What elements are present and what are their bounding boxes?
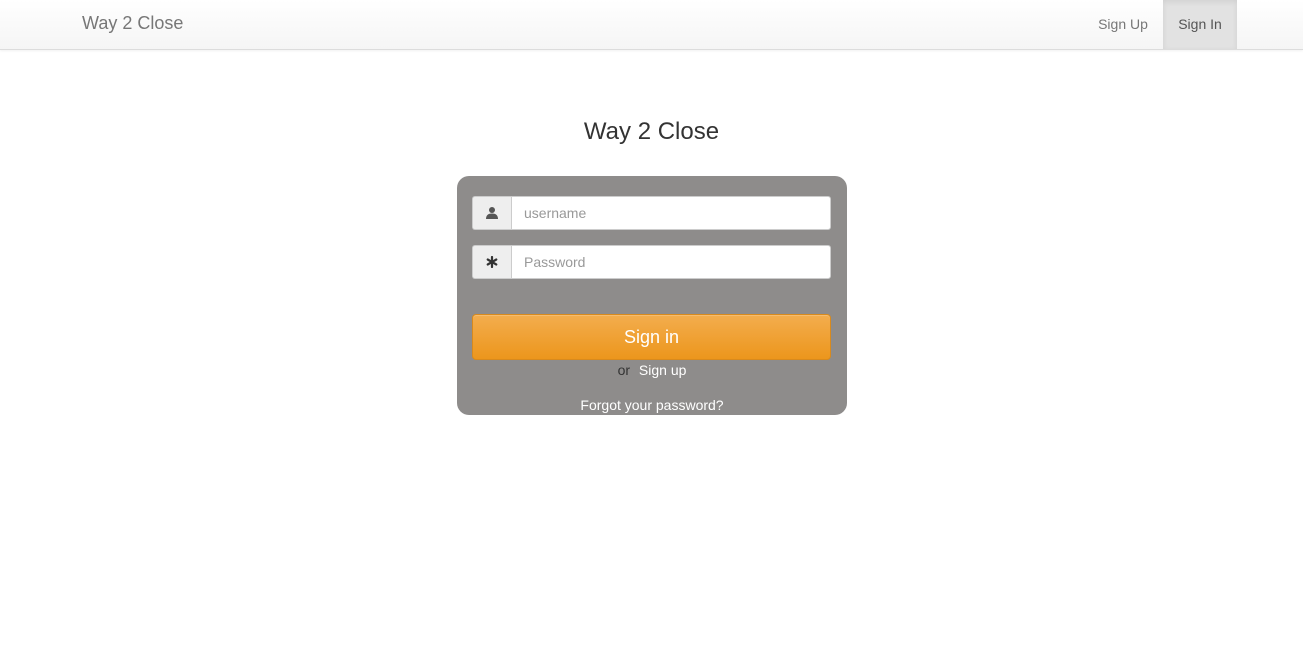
- signup-link[interactable]: Sign up: [639, 362, 686, 378]
- login-panel: Sign in or Sign up Forgot your password?: [457, 176, 847, 415]
- user-icon: [472, 196, 511, 230]
- forgot-row: Forgot your password?: [457, 397, 847, 413]
- password-input-group: [472, 245, 831, 279]
- top-navbar: Way 2 Close Sign Up Sign In: [0, 0, 1303, 50]
- password-input[interactable]: [511, 245, 831, 279]
- nav-signin-link[interactable]: Sign In: [1163, 0, 1237, 49]
- user-icon-svg: [486, 207, 498, 219]
- forgot-password-link[interactable]: Forgot your password?: [580, 397, 723, 413]
- asterisk-icon: [472, 245, 511, 279]
- asterisk-icon-svg: [486, 256, 498, 268]
- username-input[interactable]: [511, 196, 831, 230]
- username-input-group: [472, 196, 831, 230]
- or-text: or: [617, 362, 631, 378]
- signin-button[interactable]: Sign in: [472, 314, 831, 360]
- signup-row: or Sign up: [457, 362, 847, 378]
- nav-signup-link[interactable]: Sign Up: [1083, 0, 1163, 49]
- page-title: Way 2 Close: [583, 118, 720, 145]
- brand-link[interactable]: Way 2 Close: [82, 13, 183, 34]
